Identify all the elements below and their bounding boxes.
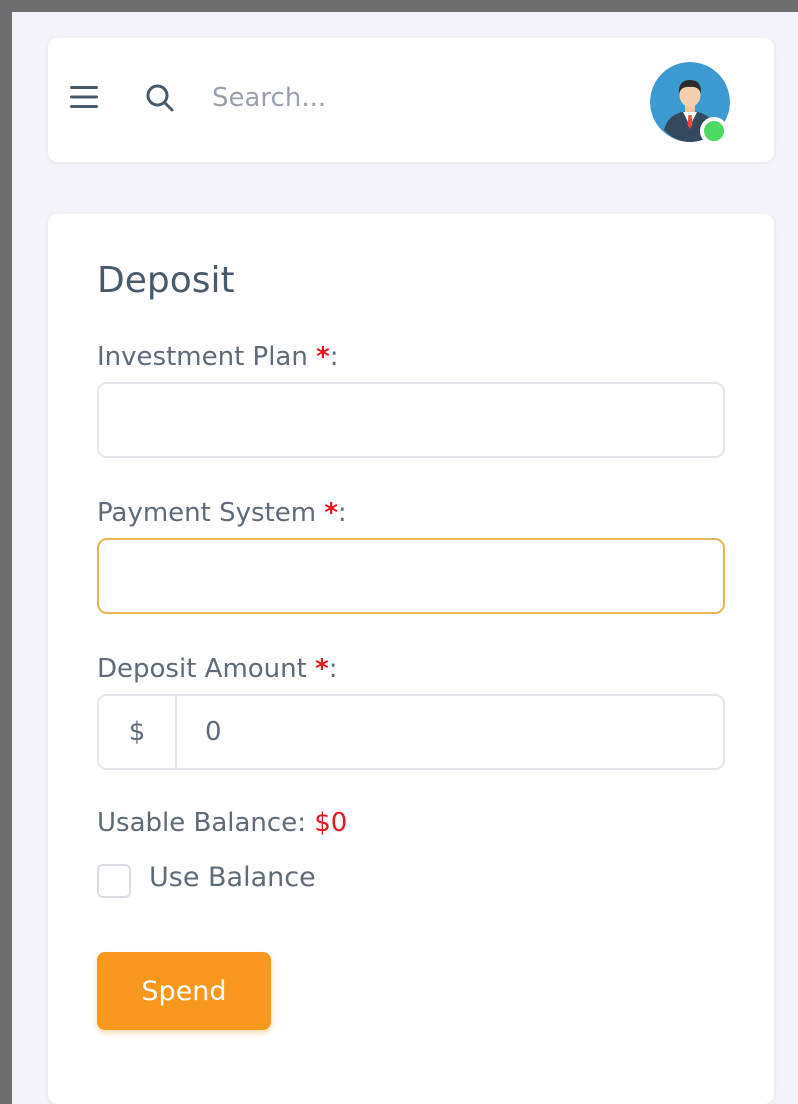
investment-plan-label: Investment Plan *: (97, 342, 338, 372)
use-balance-label[interactable]: Use Balance (149, 862, 316, 893)
payment-system-label-text: Payment System (97, 498, 317, 528)
currency-addon: $ (99, 696, 177, 768)
payment-system-select[interactable] (97, 538, 725, 614)
deposit-amount-group: $ (97, 694, 725, 770)
online-status-dot (700, 117, 728, 145)
deposit-amount-label-text: Deposit Amount (97, 654, 307, 684)
label-colon: : (337, 498, 347, 528)
usable-balance: Usable Balance: $0 (97, 808, 347, 838)
app-frame: Deposit Investment Plan *: Payment Syste… (0, 0, 798, 1104)
label-colon: : (328, 654, 338, 684)
card-title: Deposit (97, 260, 235, 301)
spend-button[interactable]: Spend (97, 952, 271, 1030)
search-icon[interactable] (144, 82, 176, 114)
usable-balance-value: $0 (314, 808, 348, 838)
investment-plan-label-text: Investment Plan (97, 342, 308, 372)
search-input[interactable] (196, 62, 586, 134)
deposit-amount-label: Deposit Amount *: (97, 654, 337, 684)
payment-system-label: Payment System *: (97, 498, 347, 528)
required-mark: * (315, 654, 329, 684)
deposit-amount-input[interactable] (177, 696, 723, 768)
required-mark: * (324, 498, 338, 528)
investment-plan-select[interactable] (97, 382, 725, 458)
hamburger-menu-icon[interactable] (70, 86, 98, 108)
usable-balance-label: Usable Balance: (97, 808, 306, 838)
use-balance-checkbox[interactable] (97, 864, 131, 898)
required-mark: * (316, 342, 330, 372)
label-colon: : (329, 342, 339, 372)
